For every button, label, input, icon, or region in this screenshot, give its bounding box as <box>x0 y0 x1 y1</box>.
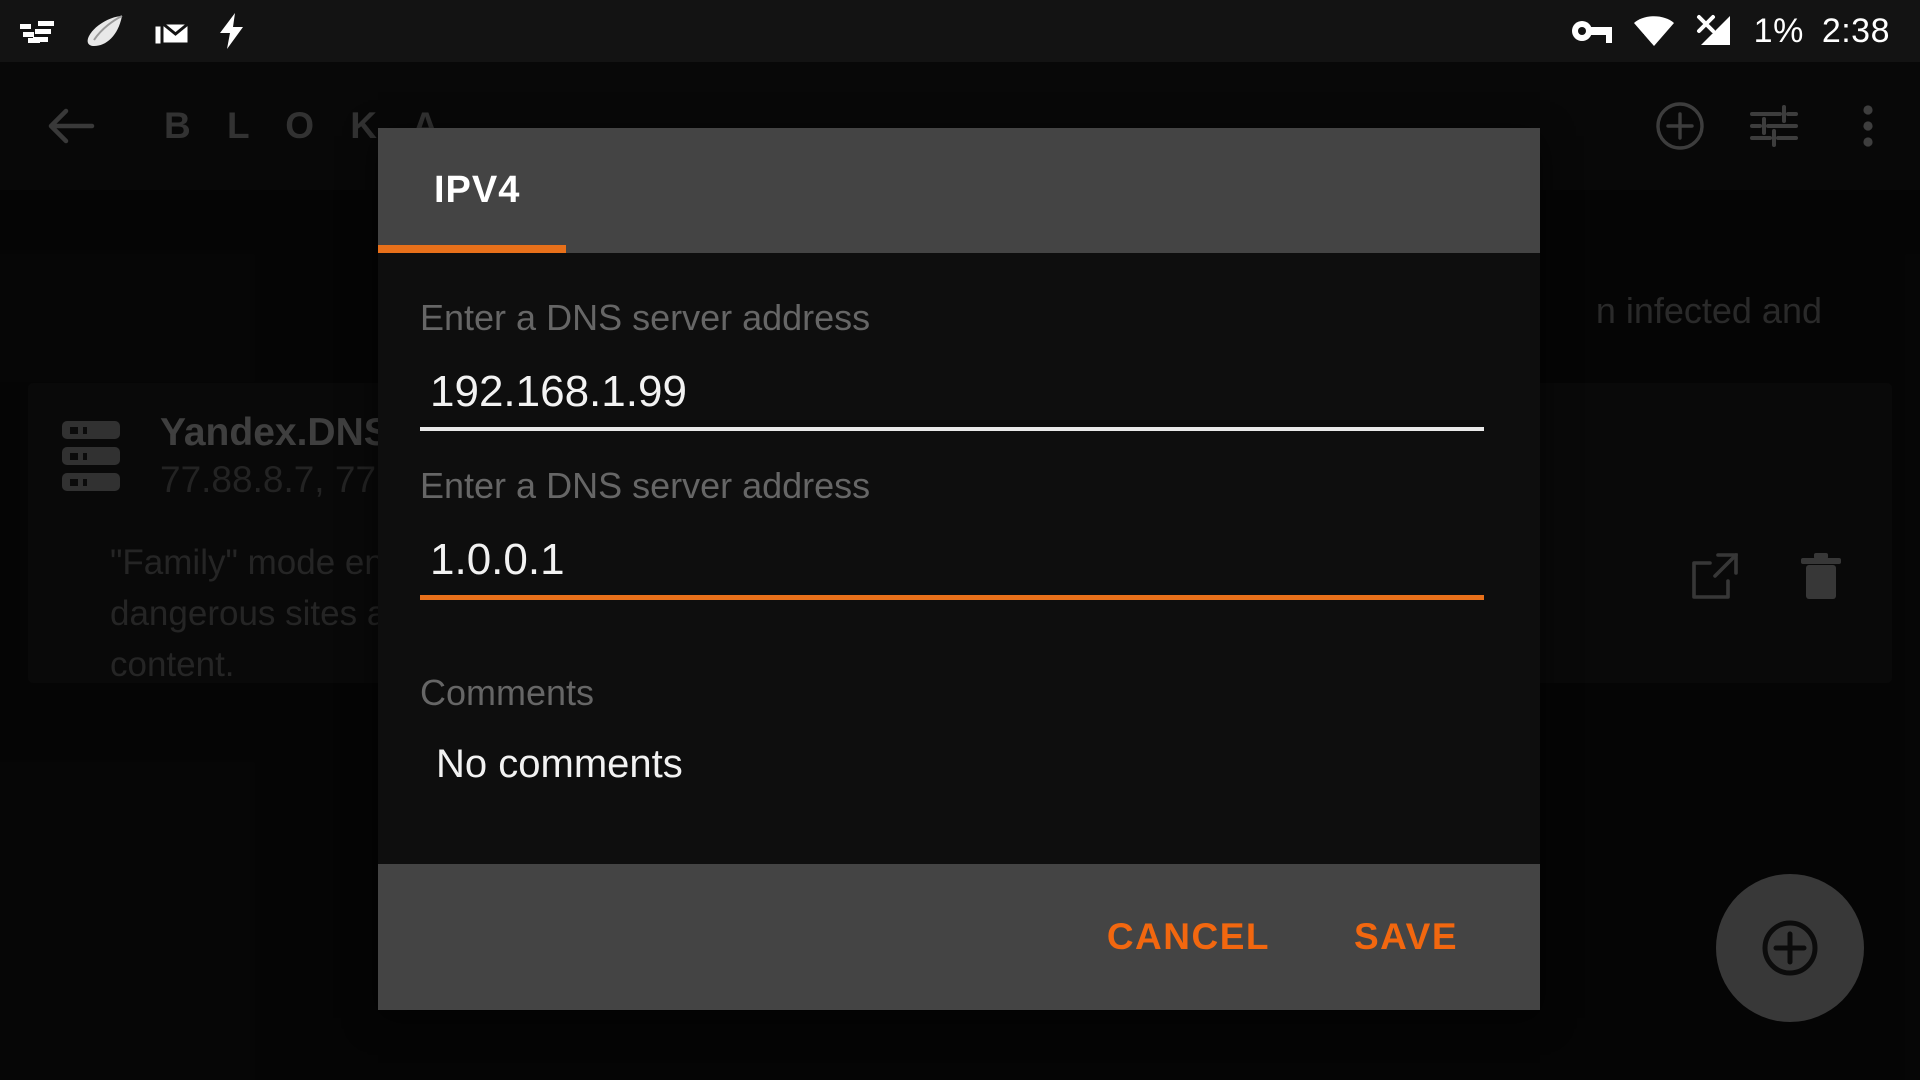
feather-icon <box>84 14 126 48</box>
dns-field-1-input[interactable]: 192.168.1.99 <box>420 367 1484 427</box>
dns-field-2-input[interactable]: 1.0.0.1 <box>420 535 1484 595</box>
mail-icon <box>152 13 192 49</box>
vpn-key-icon <box>1570 16 1614 46</box>
wifi-icon <box>1632 14 1676 48</box>
screen-root: 1% 2:38 B L O K A <box>0 0 1920 1080</box>
cancel-button[interactable]: CANCEL <box>1079 898 1298 976</box>
tab-ipv4[interactable]: IPV4 <box>434 128 520 253</box>
comments-value[interactable]: No comments <box>420 742 1484 787</box>
bolt-icon <box>218 12 246 50</box>
dns-field-2-underline <box>420 595 1484 600</box>
tab-ipv4-label: IPV4 <box>434 169 521 211</box>
tab-active-indicator <box>378 245 566 253</box>
dns-field-2-label: Enter a DNS server address <box>420 465 871 506</box>
status-bar-system: 1% 2:38 <box>1570 12 1890 51</box>
double-chevron-icon <box>18 16 58 46</box>
battery-percentage: 1% <box>1753 11 1804 50</box>
dialog-body: Enter a DNS server address 192.168.1.99 … <box>378 253 1540 864</box>
dns-field-1-label: Enter a DNS server address <box>420 297 871 338</box>
ipv4-dns-dialog: IPV4 Enter a DNS server address 192.168.… <box>378 128 1540 1010</box>
dialog-footer: CANCEL SAVE <box>378 864 1540 1010</box>
cell-signal-off-icon <box>1694 14 1736 48</box>
comments-label: Comments <box>420 672 595 713</box>
clock: 2:38 <box>1821 11 1890 50</box>
dns-field-1: Enter a DNS server address 192.168.1.99 <box>420 297 1484 431</box>
comments-section: Comments No comments <box>420 672 1484 787</box>
dns-field-1-underline <box>420 427 1484 431</box>
status-bar: 1% 2:38 <box>0 0 1920 62</box>
save-button[interactable]: SAVE <box>1326 898 1486 976</box>
dns-field-2: Enter a DNS server address 1.0.0.1 <box>420 465 1484 600</box>
status-bar-notifications <box>18 12 246 50</box>
dialog-header: IPV4 <box>378 128 1540 253</box>
